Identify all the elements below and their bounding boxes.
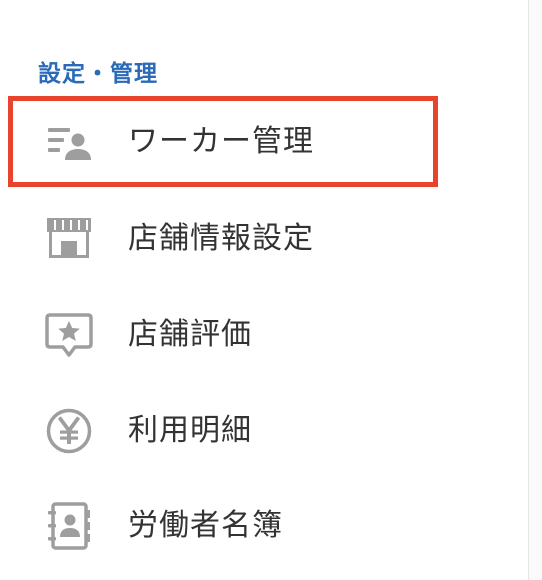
menu-item-store-settings[interactable]: 店舗情報設定 bbox=[10, 199, 434, 279]
menu-item-store-review[interactable]: 店舗評価 bbox=[10, 295, 434, 375]
worker-list-icon bbox=[44, 117, 94, 167]
menu-item-label: 労働者名簿 bbox=[128, 508, 283, 543]
section-title: 設定・管理 bbox=[38, 61, 158, 87]
menu-item-usage-details[interactable]: 利用明細 bbox=[10, 391, 434, 471]
store-icon bbox=[44, 214, 94, 264]
yen-icon bbox=[44, 406, 94, 456]
menu-item-label: 店舗情報設定 bbox=[128, 221, 314, 256]
menu-item-worker-management[interactable]: ワーカー管理 bbox=[8, 96, 438, 187]
menu-item-label: 店舗評価 bbox=[128, 317, 252, 352]
address-book-icon bbox=[44, 501, 94, 551]
menu-item-label: ワーカー管理 bbox=[128, 123, 314, 159]
menu-item-worker-registry[interactable]: 労働者名簿 bbox=[10, 486, 434, 566]
content-gutter bbox=[529, 0, 542, 580]
menu-item-label: 利用明細 bbox=[128, 413, 252, 448]
star-review-icon bbox=[44, 310, 94, 360]
settings-management-panel: 設定・管理 ワーカー管理 店舗情報設定 店舗評価 利用明細 労働者名簿 bbox=[0, 0, 528, 580]
